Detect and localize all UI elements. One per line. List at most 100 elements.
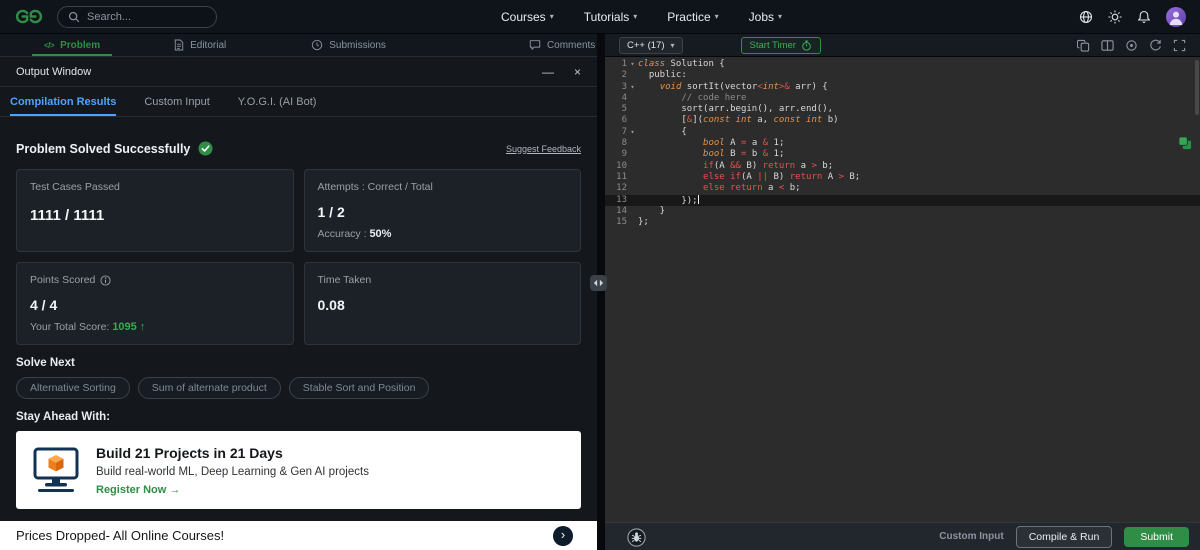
card-time-taken: Time Taken 0.08 <box>303 262 581 345</box>
chevron-down-icon: ▾ <box>549 12 554 21</box>
line-number: 5 <box>621 104 627 115</box>
language-select[interactable]: C++ (17) ▾ <box>619 36 683 54</box>
result-cards: Test Cases Passed 1111 / 1111 Attempts :… <box>16 169 581 345</box>
line-number: 4 <box>621 92 627 103</box>
document-icon <box>174 39 184 51</box>
output-window-title: Output Window <box>16 65 92 78</box>
copy-icon[interactable] <box>1077 39 1090 52</box>
code-line[interactable]: 7 ▾ { <box>605 127 1200 138</box>
tab-yogi-ai-bot[interactable]: Y.O.G.I. (AI Bot) <box>238 87 317 116</box>
code-line[interactable]: 12 else return a < b; <box>605 183 1200 194</box>
fold-marker-icon <box>627 206 638 217</box>
user-avatar[interactable] <box>1166 6 1186 27</box>
line-number: 11 <box>616 171 627 182</box>
copy-code-icon[interactable] <box>1177 135 1193 151</box>
tab-custom-input[interactable]: Custom Input <box>144 87 209 116</box>
card-value: 0.08 <box>317 297 345 313</box>
gfg-logo[interactable] <box>14 8 44 25</box>
text-cursor <box>697 194 699 204</box>
pill-stable-sort-position[interactable]: Stable Sort and Position <box>288 377 430 399</box>
line-number: 13 <box>616 194 627 205</box>
code-line[interactable]: 1 ▾ class Solution { <box>605 59 1200 70</box>
search-input[interactable] <box>87 10 206 23</box>
compilation-results-content: Problem Solved Successfully Suggest Feed… <box>0 117 597 521</box>
fold-marker-icon <box>627 161 638 172</box>
theme-toggle-icon[interactable] <box>1108 9 1122 24</box>
reset-code-icon[interactable] <box>1149 39 1162 52</box>
tab-submissions[interactable]: Submissions <box>299 34 398 56</box>
fold-marker-icon[interactable]: ▾ <box>627 127 638 138</box>
promo-title: Build 21 Projects in 21 Days <box>96 444 283 461</box>
nav-courses[interactable]: Courses ▾ <box>501 10 554 24</box>
fold-marker-icon[interactable]: ▾ <box>627 59 638 70</box>
compile-run-button[interactable]: Compile & Run <box>1015 525 1113 548</box>
top-navbar: Courses▾ Tutorials▾ Practice▾ Jobs▾ <box>0 0 1200 34</box>
solve-next-heading: Solve Next <box>16 357 75 369</box>
card-value: 1111 / 1111 <box>30 207 105 224</box>
fullscreen-icon[interactable] <box>1173 39 1186 52</box>
card-label: Points Scored <box>30 274 280 286</box>
line-number: 6 <box>621 115 627 126</box>
fold-marker-icon[interactable]: ▾ <box>627 82 638 93</box>
translate-icon[interactable] <box>1079 10 1093 24</box>
editor-toolbar: C++ (17) ▾ Start Timer <box>605 34 1200 57</box>
fold-marker-icon <box>627 104 638 115</box>
promo-subtitle: Build real-world ML, Deep Learning & Gen… <box>96 465 369 478</box>
nav-tutorials[interactable]: Tutorials ▾ <box>584 10 638 24</box>
split-view-icon[interactable] <box>1101 39 1114 52</box>
pill-sum-alternate-product[interactable]: Sum of alternate product <box>137 377 281 399</box>
code-line[interactable]: 6 [&](const int a, const int b) <box>605 115 1200 126</box>
submit-button[interactable]: Submit <box>1124 526 1189 547</box>
card-value: 4 / 4 <box>30 297 58 313</box>
debug-bug-icon[interactable] <box>627 528 646 547</box>
output-window-tabs: Compilation Results Custom Input Y.O.G.I… <box>0 87 597 117</box>
search-icon <box>68 11 80 23</box>
code-line[interactable]: 8 bool A = a & 1; <box>605 138 1200 149</box>
notifications-bell-icon[interactable] <box>1137 10 1151 24</box>
tab-problem[interactable]: </> Problem <box>32 34 112 56</box>
nav-practice[interactable]: Practice ▾ <box>667 10 718 24</box>
info-icon[interactable] <box>100 274 111 286</box>
card-attempts: Attempts : Correct / Total 1 / 2 Accurac… <box>303 169 581 252</box>
custom-input-link[interactable]: Custom Input <box>939 531 1003 542</box>
tab-compilation-results[interactable]: Compilation Results <box>10 87 116 116</box>
register-now-link[interactable]: Register Now → <box>96 484 369 496</box>
close-icon[interactable]: × <box>574 66 581 78</box>
line-number: 14 <box>616 205 627 216</box>
total-score-line: Your Total Score: 1095 ↑ <box>30 321 146 333</box>
focus-mode-icon[interactable] <box>1125 39 1138 52</box>
nav-jobs[interactable]: Jobs ▾ <box>749 10 782 24</box>
line-number: 12 <box>616 183 627 194</box>
code-line[interactable]: 4 // code here <box>605 93 1200 104</box>
code-line[interactable]: 14 } <box>605 206 1200 217</box>
editor-scrollbar[interactable] <box>1195 60 1199 115</box>
code-editor[interactable]: 1 ▾ class Solution {2 public: 3 ▾ void sortI… <box>605 57 1200 522</box>
fold-marker-icon <box>627 149 638 160</box>
chevron-down-icon: ▾ <box>778 12 783 21</box>
card-label: Attempts : Correct / Total <box>317 181 433 193</box>
chevron-down-icon: ▾ <box>670 40 675 50</box>
pill-alternative-sorting[interactable]: Alternative Sorting <box>16 377 130 399</box>
editor-toolbar-icons <box>1077 39 1186 52</box>
line-number: 7 <box>621 126 627 137</box>
panel-divider <box>597 34 605 550</box>
code-line[interactable]: 3 ▾ void sortIt(vector<int>& arr) { <box>605 82 1200 93</box>
start-timer-button[interactable]: Start Timer <box>740 36 821 54</box>
line-number: 8 <box>621 138 627 149</box>
code-line[interactable]: 2 public: <box>605 70 1200 81</box>
banner-next-button[interactable]: › <box>553 525 573 546</box>
code-line[interactable]: 9 bool B = b & 1; <box>605 149 1200 160</box>
panel-resize-handle[interactable] <box>590 275 607 291</box>
tab-editorial[interactable]: Editorial <box>162 34 238 56</box>
gfg-practice-page: Courses▾ Tutorials▾ Practice▾ Jobs▾ </ <box>0 0 1200 550</box>
code-line[interactable]: 13 }); <box>605 194 1200 206</box>
suggest-feedback-link[interactable]: Suggest Feedback <box>506 144 581 154</box>
line-number: 10 <box>616 160 627 171</box>
promo-banner[interactable]: Build 21 Projects in 21 Days Build real-… <box>16 431 581 509</box>
code-line[interactable]: 11 else if(A || B) return A > B; <box>605 172 1200 183</box>
code-line[interactable]: 15}; <box>605 217 1200 228</box>
code-line[interactable]: 5 sort(arr.begin(), arr.end(), <box>605 104 1200 115</box>
minimize-icon[interactable]: — <box>542 66 554 78</box>
tab-comments[interactable]: Comments <box>517 34 607 56</box>
code-line[interactable]: 10 if(A && B) return a > b; <box>605 161 1200 172</box>
